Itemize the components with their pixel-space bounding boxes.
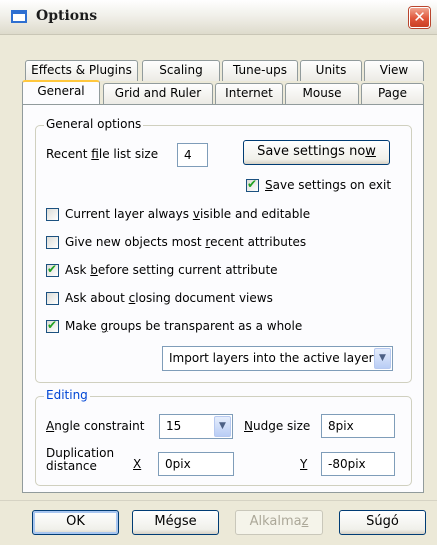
title-bar[interactable]: Options ✕: [0, 0, 437, 35]
ask-closing-views-label: Ask about closing document views: [65, 291, 273, 305]
recent-attributes-label: Give new objects most recent attributes: [65, 235, 307, 249]
editing-title: Editing: [44, 388, 90, 402]
angle-constraint-label: Angle constraint: [46, 419, 145, 433]
button-row-divider: [0, 500, 437, 501]
tab-units[interactable]: Units: [300, 60, 362, 81]
nudge-size-input[interactable]: 8pix: [321, 414, 395, 438]
duplication-x-input[interactable]: 0pix: [158, 452, 234, 476]
tab-view[interactable]: View: [364, 60, 424, 81]
close-button[interactable]: ✕: [409, 7, 430, 28]
tab-grid-and-ruler[interactable]: Grid and Ruler: [103, 83, 213, 104]
current-layer-visible-checkbox[interactable]: [46, 208, 59, 221]
save-settings-now-button[interactable]: Save settings now: [243, 140, 390, 165]
window-title: Options: [36, 8, 98, 24]
window-icon: [11, 10, 27, 23]
duplication-y-input[interactable]: -80pix: [321, 452, 395, 476]
groups-transparent-label: Make groups be transparent as a whole: [65, 319, 303, 333]
ask-before-setting-checkbox[interactable]: [46, 262, 59, 277]
current-layer-visible-label: Current layer always visible and editabl…: [65, 207, 311, 221]
tab-tune-ups[interactable]: Tune-ups: [222, 60, 298, 81]
tab-mouse[interactable]: Mouse: [285, 83, 359, 104]
tab-general[interactable]: General: [22, 80, 100, 104]
nudge-size-label: Nudge size: [244, 419, 311, 433]
cancel-button[interactable]: Mégse: [132, 510, 219, 535]
duplication-x-label: X: [133, 457, 142, 471]
recent-files-input[interactable]: 4: [177, 143, 208, 167]
tab-scaling[interactable]: Scaling: [142, 60, 220, 81]
save-on-exit-checkbox[interactable]: [246, 177, 259, 192]
duplication-distance-label: Duplication distance: [46, 446, 115, 473]
tab-effects-plugins[interactable]: Effects & Plugins: [25, 60, 138, 81]
help-button[interactable]: Súgó: [339, 510, 426, 535]
editing-group: Editing Angle constraint 15 ▼ Nudge size…: [35, 388, 412, 486]
ask-closing-views-checkbox[interactable]: [46, 292, 59, 305]
recent-files-label: Recent file list size: [46, 147, 159, 161]
ask-before-setting-label: Ask before setting current attribute: [65, 263, 278, 277]
chevron-down-icon[interactable]: ▼: [214, 416, 231, 437]
chevron-down-icon[interactable]: ▼: [374, 348, 391, 369]
tab-page[interactable]: Page: [361, 83, 424, 104]
groups-transparent-checkbox[interactable]: [46, 318, 59, 333]
ok-button[interactable]: OK: [32, 510, 119, 535]
apply-button[interactable]: Alkalmaz: [235, 510, 323, 535]
duplication-y-label: Y: [300, 457, 308, 471]
save-on-exit-label: Save settings on exit: [265, 178, 392, 192]
import-layers-select[interactable]: Import layers into the active layer ▼: [162, 346, 393, 371]
close-icon: ✕: [413, 8, 426, 26]
options-dialog: Options ✕ Effects & Plugins Scaling Tune…: [0, 0, 437, 545]
tab-internet[interactable]: Internet: [215, 83, 283, 104]
angle-constraint-select[interactable]: 15 ▼: [159, 414, 233, 439]
recent-attributes-checkbox[interactable]: [46, 236, 59, 249]
general-tab-panel: General options Recent file list size 4 …: [22, 104, 424, 493]
general-options-title: General options: [44, 117, 144, 131]
general-options-group: General options Recent file list size 4 …: [35, 117, 412, 383]
